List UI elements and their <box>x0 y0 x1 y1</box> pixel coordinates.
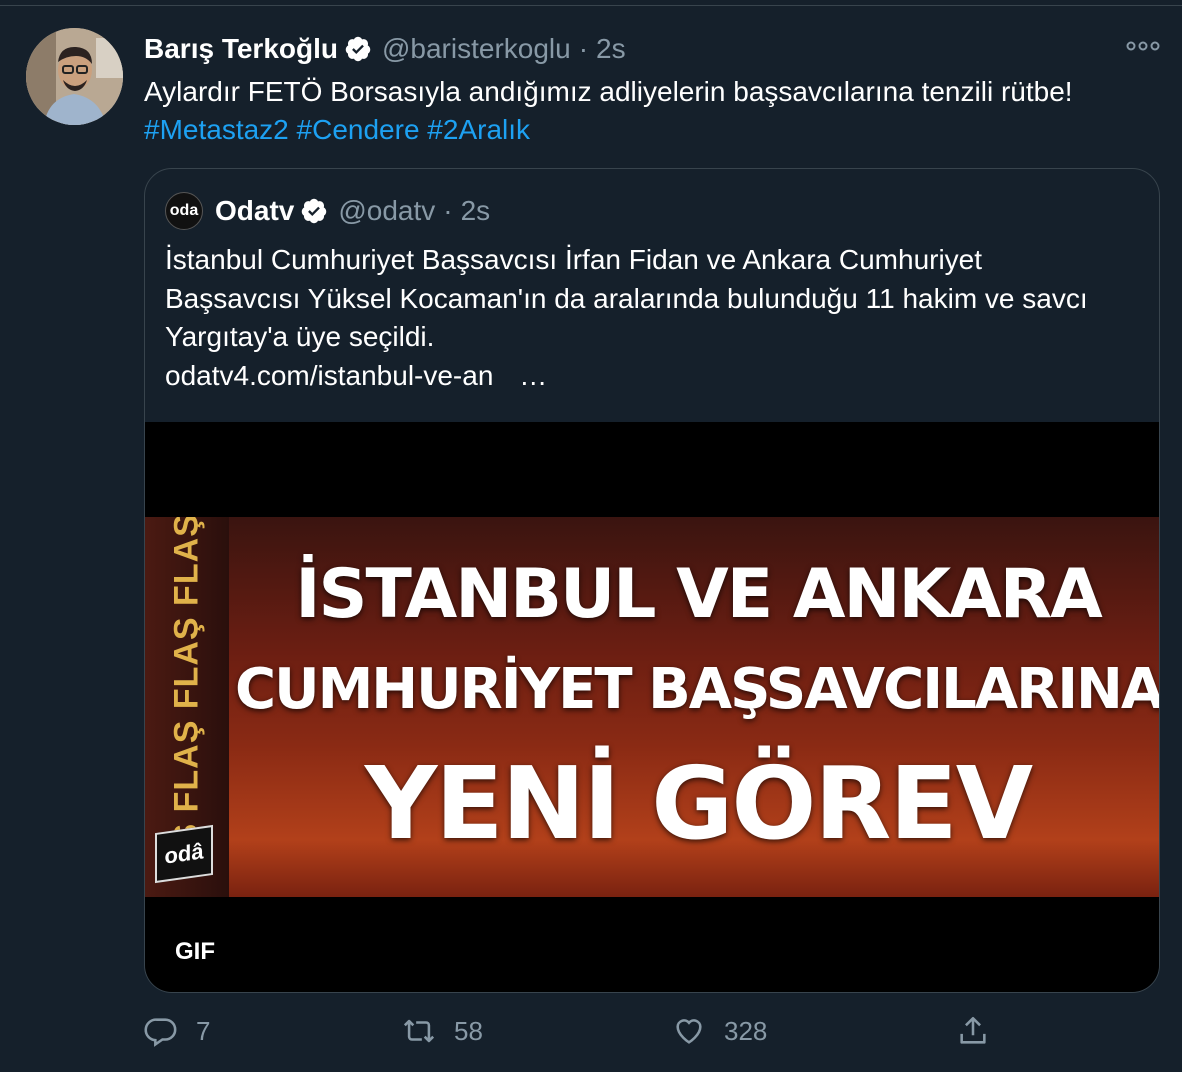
reply-count: 7 <box>196 1015 211 1046</box>
separator-dot: · <box>578 33 589 64</box>
hashtag-list: #Metastaz2 #Cendere #2Aralık <box>144 111 1164 149</box>
separator-dot: · <box>443 195 453 226</box>
gif-banner-image: Ş FLAŞ FLAŞ FLAŞ odâ İSTANBUL VE ANKARA … <box>145 517 1160 897</box>
tweet-text: Aylardır FETÖ Borsasıyla andığımız adliy… <box>144 76 1073 107</box>
gif-media[interactable]: Ş FLAŞ FLAŞ FLAŞ odâ İSTANBUL VE ANKARA … <box>145 422 1160 992</box>
banner-headline-line1: İSTANBUL VE ANKARA <box>295 555 1103 634</box>
quoted-link-line: odatv4.com/istanbul-ve-an … <box>165 357 1125 396</box>
heart-icon <box>676 1019 702 1044</box>
quoted-link[interactable]: odatv4.com/istanbul-ve-an <box>165 360 493 391</box>
gif-badge: GIF <box>175 938 215 965</box>
share-button[interactable] <box>956 1014 1008 1048</box>
quoted-tweet-text: İstanbul Cumhuriyet Başsavcısı İrfan Fid… <box>165 244 1088 352</box>
flas-side-strip: Ş FLAŞ FLAŞ FLAŞ odâ <box>145 517 229 897</box>
author-name[interactable]: Barış Terkoğlu <box>144 33 338 65</box>
avatar-photo <box>26 28 123 125</box>
quoted-tweet-body: İstanbul Cumhuriyet Başsavcısı İrfan Fid… <box>165 241 1125 395</box>
link-ellipsis: … <box>519 359 548 391</box>
verified-badge-icon <box>344 35 372 63</box>
quoted-author-avatar[interactable]: oda <box>165 192 203 230</box>
share-icon <box>960 1016 986 1044</box>
quoted-author-handle[interactable]: @odatv <box>338 195 435 227</box>
tweet-body: Aylardır FETÖ Borsasıyla andığımız adliy… <box>144 73 1164 149</box>
author-handle[interactable]: @baristerkoglu <box>382 33 571 65</box>
hashtag-link[interactable]: #Metastaz2 <box>144 114 289 145</box>
quoted-tweet-header: oda Odatv @odatv · 2s <box>165 192 491 230</box>
flas-side-text: Ş FLAŞ FLAŞ FLAŞ <box>167 517 206 847</box>
top-divider <box>0 5 1182 6</box>
quoted-author-name[interactable]: Odatv <box>215 195 294 227</box>
oda-logo: odâ <box>155 824 213 884</box>
like-button[interactable]: 328 <box>672 1014 767 1048</box>
more-options-icon[interactable] <box>1125 38 1161 54</box>
reply-button[interactable]: 7 <box>144 1014 210 1048</box>
tweet-actions: 7 58 328 <box>144 1014 1160 1054</box>
retweet-count: 58 <box>454 1015 483 1046</box>
quoted-timestamp[interactable]: 2s <box>461 195 491 227</box>
like-count: 328 <box>724 1015 768 1046</box>
quoted-tweet[interactable]: oda Odatv @odatv · 2s İstanbul Cumhuriye… <box>144 168 1160 993</box>
hashtag-link[interactable]: #2Aralık <box>427 114 530 145</box>
hashtag-link[interactable]: #Cendere <box>297 114 420 145</box>
banner-headline-line3: YENİ GÖREV <box>364 745 1033 862</box>
retweet-button[interactable]: 58 <box>402 1014 483 1048</box>
verified-badge-icon <box>300 197 328 225</box>
tweet-header: Barış Terkoğlu @baristerkoglu · 2s <box>144 32 626 66</box>
reply-icon <box>144 1018 177 1047</box>
retweet-icon <box>403 1019 435 1043</box>
author-avatar[interactable] <box>26 28 123 125</box>
tweet-timestamp[interactable]: 2s <box>596 33 626 65</box>
banner-headline-line2: CUMHURİYET BAŞSAVCILARINA <box>235 657 1160 722</box>
